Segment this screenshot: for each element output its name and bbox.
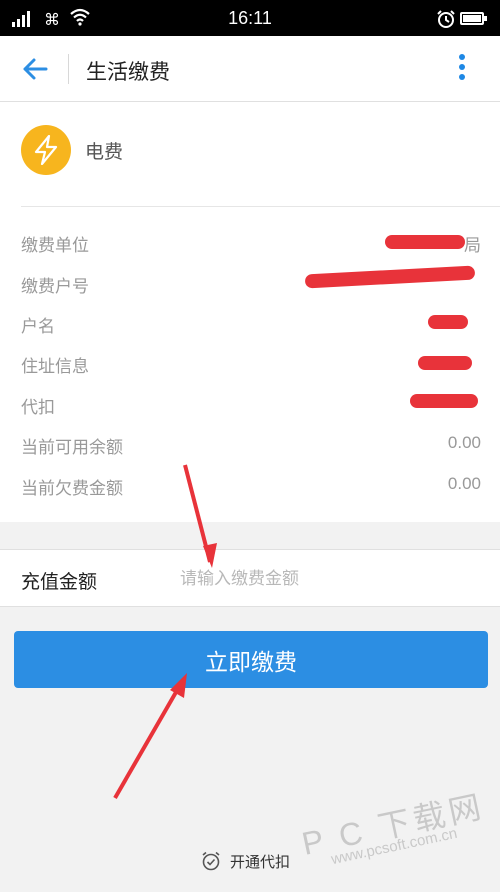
detail-row-balance: 当前可用余额 0.00 xyxy=(21,433,481,458)
detail-label: 当前欠费金额 xyxy=(21,479,123,499)
app-header: 生活缴费 xyxy=(0,36,500,102)
pay-now-button[interactable]: 立即缴费 xyxy=(14,631,488,688)
redaction-mark xyxy=(418,356,472,370)
detail-label: 住址信息 xyxy=(21,357,89,377)
detail-row-address: 住址信息 xyxy=(21,352,481,377)
page-title: 生活缴费 xyxy=(86,60,170,84)
autopay-label: 开通代扣 xyxy=(230,853,291,871)
biller-name: 电费 xyxy=(85,141,124,163)
status-bar: ⌘ 16:11 xyxy=(0,0,500,36)
detail-row-arrears: 当前欠费金额 0.00 xyxy=(21,474,481,499)
balance-value: 0.00 xyxy=(447,433,481,452)
divider xyxy=(21,206,500,207)
arrears-value: 0.00 xyxy=(447,474,481,493)
more-options-icon[interactable] xyxy=(458,54,466,86)
header-divider xyxy=(68,54,69,84)
redaction-mark xyxy=(428,315,468,329)
detail-value: 局 xyxy=(464,236,481,255)
detail-row-name: 户名 xyxy=(21,312,481,337)
amount-input[interactable] xyxy=(180,564,480,594)
amount-label: 充值金额 xyxy=(21,571,98,593)
redaction-mark xyxy=(385,235,465,249)
electricity-icon xyxy=(21,125,71,175)
redaction-mark xyxy=(410,394,478,408)
alarm-clock-icon xyxy=(202,851,220,871)
detail-label: 当前可用余额 xyxy=(21,438,123,458)
detail-label: 代扣 xyxy=(21,398,55,418)
amount-section: 充值金额 xyxy=(0,549,500,607)
back-arrow-icon[interactable] xyxy=(20,54,50,84)
annotation-arrow-icon xyxy=(113,679,185,799)
detail-label: 缴费户号 xyxy=(21,277,89,297)
battery-icon xyxy=(460,12,487,25)
detail-label: 户名 xyxy=(21,317,55,337)
status-time: 16:11 xyxy=(228,8,272,28)
detail-label: 缴费单位 xyxy=(21,236,89,256)
alarm-icon xyxy=(437,10,455,28)
